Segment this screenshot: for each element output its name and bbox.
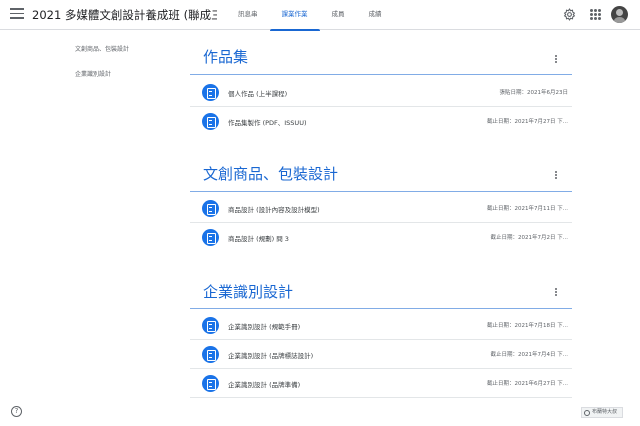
topic-divider	[190, 308, 572, 309]
assignment-icon	[202, 229, 219, 246]
tab-people[interactable]: 成員	[320, 0, 357, 30]
help-icon[interactable]: ?	[11, 406, 22, 417]
assignment-icon	[202, 375, 219, 392]
more-options-icon[interactable]	[554, 171, 558, 180]
item-title: 作品集製作 (PDF、ISSUU)	[228, 119, 307, 127]
gear-icon[interactable]	[563, 8, 576, 21]
sidebar-item-product-design[interactable]: 文創商品、包裝設計	[75, 44, 129, 53]
item-date: 截止日期：2021年6月27日 下...	[487, 381, 568, 387]
item-title: 商品設計 (設計內容及設計模型)	[228, 206, 320, 214]
sidebar-item-corporate-identity[interactable]: 企業識別設計	[75, 69, 111, 78]
assignment-icon	[202, 346, 219, 363]
tab-grades[interactable]: 成績	[357, 0, 394, 30]
item-date: 截止日期：2021年7月27日 下...	[487, 119, 568, 125]
classwork-item[interactable]: 企業識別設計 (規範手冊) 截止日期：2021年7月18日 下...	[190, 312, 572, 340]
topic-divider	[190, 74, 572, 75]
assignment-icon	[202, 113, 219, 130]
topic-title: 文創商品、包裝設計	[203, 165, 339, 183]
avatar[interactable]	[611, 6, 628, 23]
classwork-item[interactable]: 商品設計 (規劃) 問 3 截止日期：2021年7月2日 下...	[190, 224, 572, 252]
item-date: 截止日期：2021年7月11日 下...	[487, 206, 568, 212]
item-date: 截止日期：2021年7月4日 下...	[490, 352, 569, 358]
assignment-icon	[202, 200, 219, 217]
item-title: 企業識別設計 (規範手冊)	[228, 323, 301, 331]
tab-stream[interactable]: 訊息串	[226, 0, 270, 30]
tab-classwork[interactable]: 課業作業	[269, 0, 320, 31]
item-title: 個人作品 (上半課程)	[228, 90, 288, 98]
item-title: 商品設計 (規劃) 問 3	[228, 235, 289, 243]
class-title[interactable]: 2021 多媒體文創設計養成班 (聯成三...	[32, 7, 217, 23]
classwork-item[interactable]: 企業識別設計 (品牌標誌設計) 截止日期：2021年7月4日 下...	[190, 341, 572, 369]
watermark: 布蘭特大叔	[581, 407, 623, 418]
classwork-item[interactable]: 企業識別設計 (品牌準備) 截止日期：2021年6月27日 下...	[190, 370, 572, 398]
classwork-item[interactable]: 商品設計 (設計內容及設計模型) 截止日期：2021年7月11日 下...	[190, 195, 572, 223]
classwork-item[interactable]: 個人作品 (上半課程) 張貼日期：2021年6月23日	[190, 79, 572, 107]
topic-title: 企業識別設計	[203, 283, 294, 301]
more-options-icon[interactable]	[554, 55, 558, 64]
topic-divider	[190, 191, 572, 192]
more-options-icon[interactable]	[554, 288, 558, 297]
item-date: 截止日期：2021年7月2日 下...	[490, 235, 569, 241]
item-title: 企業識別設計 (品牌標誌設計)	[228, 352, 314, 360]
top-app-bar: 2021 多媒體文創設計養成班 (聯成三... 訊息串 課業作業 成員 成績	[0, 0, 640, 31]
item-date: 截止日期：2021年7月18日 下...	[487, 323, 568, 329]
item-title: 企業識別設計 (品牌準備)	[228, 381, 301, 389]
item-date: 張貼日期：2021年6月23日	[499, 90, 569, 96]
tab-bar: 訊息串 課業作業 成員 成績	[226, 0, 394, 31]
assignment-icon	[202, 84, 219, 101]
classwork-item[interactable]: 作品集製作 (PDF、ISSUU) 截止日期：2021年7月27日 下...	[190, 108, 572, 136]
apps-grid-icon[interactable]	[590, 9, 601, 20]
topic-title: 作品集	[203, 48, 249, 66]
hamburger-menu-icon[interactable]	[10, 8, 24, 22]
assignment-icon	[202, 317, 219, 334]
